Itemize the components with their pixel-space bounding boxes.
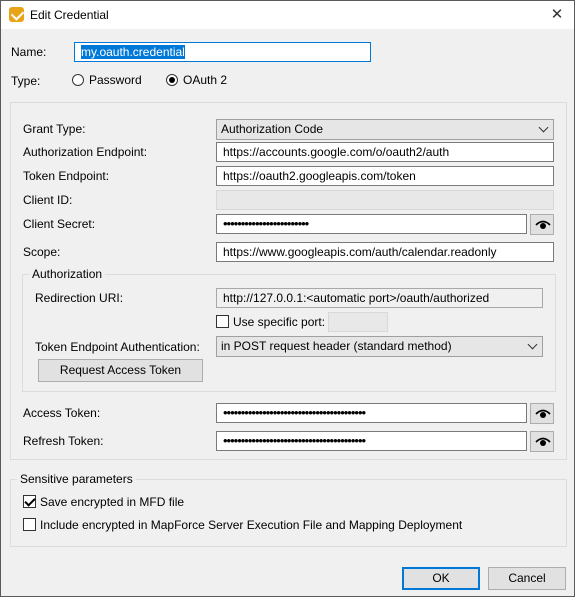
name-label: Name: [11, 45, 47, 59]
request-access-token-button[interactable]: Request Access Token [38, 359, 203, 382]
client-id-input[interactable] [216, 190, 554, 210]
redirection-uri-field[interactable]: http://127.0.0.1:<automatic port>/oauth/… [216, 288, 543, 308]
token-endpoint-label: Token Endpoint: [23, 169, 110, 183]
token-endpoint-input[interactable]: https://oauth2.googleapis.com/token [216, 166, 554, 186]
title-bar: Edit Credential ✕ [1, 1, 574, 29]
scope-input[interactable]: https://www.googleapis.com/auth/calendar… [216, 242, 554, 262]
client-secret-input[interactable]: •••••••••••••••••••••••• [216, 214, 527, 234]
sensitive-parameters-title: Sensitive parameters [17, 472, 136, 486]
reveal-client-secret-button[interactable] [530, 214, 554, 235]
edit-credential-dialog: Edit Credential ✕ Name: my.oauth.credent… [0, 0, 575, 597]
include-encrypted-server-label: Include encrypted in MapForce Server Exe… [40, 518, 463, 532]
radio-password-label: Password [89, 73, 142, 87]
use-specific-port-checkbox[interactable] [216, 315, 229, 328]
authorization-group-title: Authorization [29, 267, 106, 281]
redirection-uri-label: Redirection URI: [35, 291, 124, 305]
token-endpoint-auth-select[interactable]: in POST request header (standard method) [216, 336, 543, 357]
chevron-down-icon [527, 339, 538, 350]
auth-endpoint-input[interactable]: https://accounts.google.com/o/oauth2/aut… [216, 142, 554, 162]
window-title: Edit Credential [30, 8, 109, 22]
name-value: my.oauth.credential [81, 45, 185, 59]
token-endpoint-auth-value: in POST request header (standard method) [221, 339, 452, 353]
save-encrypted-mfd-checkbox[interactable] [23, 495, 36, 508]
eye-icon [535, 437, 551, 446]
grant-type-select[interactable]: Authorization Code [216, 119, 554, 140]
save-encrypted-mfd-label: Save encrypted in MFD file [40, 495, 185, 509]
sensitive-parameters-group [10, 479, 567, 547]
type-label: Type: [11, 74, 41, 88]
client-secret-label: Client Secret: [23, 217, 96, 231]
token-endpoint-auth-label: Token Endpoint Authentication: [35, 340, 200, 354]
chevron-down-icon [538, 122, 549, 133]
access-token-input[interactable]: •••••••••••••••••••••••••••••••••••••••• [216, 403, 527, 423]
radio-password[interactable] [72, 74, 84, 86]
eye-icon [535, 409, 551, 418]
client-id-label: Client ID: [23, 193, 73, 207]
radio-oauth2[interactable] [166, 74, 178, 86]
use-specific-port-label: Use specific port: [233, 315, 326, 329]
refresh-token-label: Refresh Token: [23, 434, 104, 448]
grant-type-label: Grant Type: [23, 122, 86, 136]
name-input[interactable]: my.oauth.credential [74, 42, 371, 62]
reveal-access-token-button[interactable] [530, 403, 554, 424]
auth-endpoint-label: Authorization Endpoint: [23, 145, 148, 159]
access-token-label: Access Token: [23, 406, 101, 420]
radio-oauth2-label: OAuth 2 [183, 73, 228, 87]
include-encrypted-server-checkbox[interactable] [23, 518, 36, 531]
cancel-button[interactable]: Cancel [488, 567, 566, 590]
reveal-refresh-token-button[interactable] [530, 431, 554, 452]
scope-label: Scope: [23, 245, 61, 259]
close-icon[interactable]: ✕ [540, 1, 574, 29]
eye-icon [535, 220, 551, 229]
mapforce-icon [9, 7, 24, 22]
specific-port-input[interactable] [328, 312, 388, 332]
grant-type-value: Authorization Code [221, 122, 324, 136]
refresh-token-input[interactable]: •••••••••••••••••••••••••••••••••••••••• [216, 431, 527, 451]
ok-button[interactable]: OK [402, 567, 480, 590]
